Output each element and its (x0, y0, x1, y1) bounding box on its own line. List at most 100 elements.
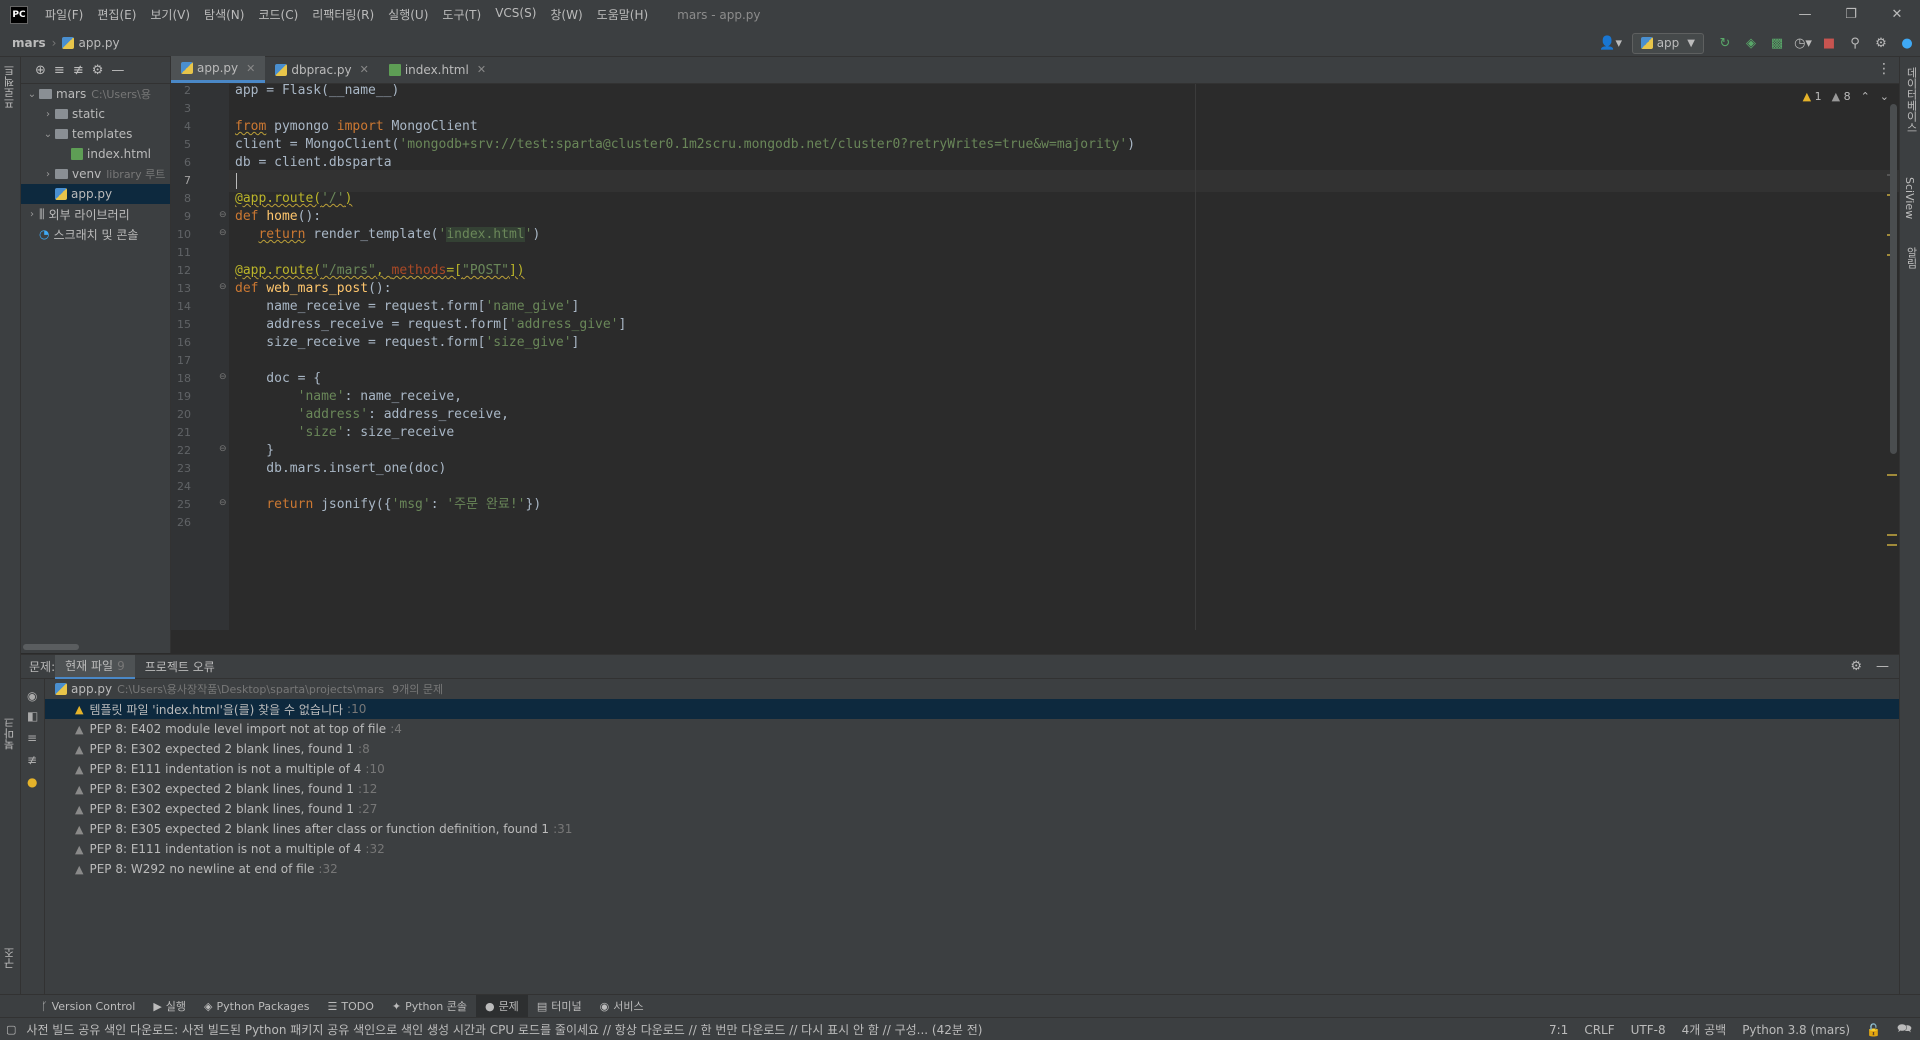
tool-window-button[interactable]: ☰ TODO (318, 995, 382, 1018)
profile-icon[interactable]: ◷▾ (1790, 29, 1816, 57)
lightbulb-icon[interactable]: ● (27, 775, 37, 789)
inspection-widget[interactable]: ▲ 1 ▲ 8 ⌃ ⌄ (1803, 90, 1889, 103)
code-editor[interactable]: 2 3 4 5 6 7 8 9 ⊖ 10 ⊖ 11 12 13 ⊖ 14 15 16 17 18 ⊖ 19 20 21 22 ⊖ 2… (171, 84, 1899, 630)
restore-button[interactable]: ❐ (1828, 0, 1874, 29)
vertical-scrollbar[interactable] (1890, 104, 1897, 454)
expand-all-icon[interactable]: ≡ (27, 731, 37, 745)
chevron-right-icon[interactable]: › (41, 109, 55, 120)
menu-item[interactable]: 도구(T) (435, 6, 488, 23)
tab-project-errors[interactable]: 프로젝트 오류 (135, 655, 225, 679)
error-stripe-mark[interactable] (1887, 544, 1897, 546)
stop-icon[interactable]: ■ (1816, 29, 1842, 57)
fold-marker-icon[interactable]: ⊖ (219, 444, 227, 454)
database-tool-tab[interactable]: 데이터베이스 (1903, 67, 1919, 133)
structure-tool-tab[interactable]: 구조 (2, 947, 18, 969)
user-icon[interactable]: 👤▾ (1598, 29, 1624, 57)
close-icon[interactable]: ✕ (246, 62, 255, 75)
caret-position[interactable]: 7:1 (1549, 1023, 1568, 1037)
status-indicator-icon[interactable]: ▢ (6, 1023, 16, 1036)
line-separator[interactable]: CRLF (1584, 1023, 1614, 1037)
menu-item[interactable]: 코드(C) (251, 6, 305, 23)
chevron-right-icon[interactable]: › (41, 169, 55, 180)
locate-icon[interactable]: ⊕ (35, 63, 46, 78)
menu-item[interactable]: 리팩터링(R) (305, 6, 381, 23)
hide-panel-icon[interactable]: — (1876, 659, 1889, 674)
menu-item[interactable]: VCS(S) (488, 6, 543, 23)
chevron-down-icon[interactable]: ⌄ (41, 129, 55, 140)
problem-item[interactable]: ▲ PEP 8: E111 indentation is not a multip… (45, 839, 1899, 859)
fold-marker-icon[interactable]: ⊖ (219, 210, 227, 220)
problem-item[interactable]: ▲ PEP 8: E111 indentation is not a multip… (45, 759, 1899, 779)
horizontal-scrollbar[interactable] (23, 644, 79, 650)
indent-setting[interactable]: 4개 공백 (1682, 1021, 1727, 1038)
problem-item[interactable]: ▲ PEP 8: E302 expected 2 blank lines, fou… (45, 739, 1899, 759)
file-encoding[interactable]: UTF-8 (1631, 1023, 1666, 1037)
expand-all-icon[interactable]: ≡ (54, 63, 65, 78)
tree-item[interactable]: ⌄ mars C:\Users\용 (21, 84, 170, 104)
tab-current-file[interactable]: 현재 파일 9 (55, 654, 135, 679)
fold-marker-icon[interactable]: ⊖ (219, 228, 227, 238)
jetbrains-toolbox-icon[interactable]: ● (1894, 29, 1920, 57)
tree-item[interactable]: › static (21, 104, 170, 124)
rerun-icon[interactable]: ↻ (1712, 29, 1738, 57)
gear-icon[interactable]: ⚙ (92, 63, 104, 78)
problem-item[interactable]: ▲ PEP 8: E402 module level import not at … (45, 719, 1899, 739)
editor-tab[interactable]: index.html ✕ (379, 56, 496, 83)
coverage-icon[interactable]: ▩ (1764, 29, 1790, 57)
tree-item[interactable]: app.py (21, 184, 170, 204)
sciview-tool-tab[interactable]: SciView (1903, 177, 1916, 219)
more-options-icon[interactable]: ⋮ (1877, 61, 1891, 77)
preview-icon[interactable]: ◧ (27, 709, 38, 723)
menu-item[interactable]: 보기(V) (143, 6, 197, 23)
problem-item[interactable]: ▲ PEP 8: E302 expected 2 blank lines, fou… (45, 779, 1899, 799)
chevron-right-icon[interactable]: › (25, 209, 39, 220)
eye-icon[interactable]: ◉ (27, 689, 37, 703)
tool-window-button[interactable]: ◈ Python Packages (195, 995, 318, 1018)
python-interpreter[interactable]: Python 3.8 (mars) (1742, 1023, 1850, 1037)
fold-marker-icon[interactable]: ⊖ (219, 372, 227, 382)
menu-item[interactable]: 창(W) (543, 6, 589, 23)
fold-marker-icon[interactable]: ⊖ (219, 498, 227, 508)
menu-item[interactable]: 도움말(H) (590, 6, 656, 23)
notifications-tool-tab[interactable]: 알림 (1903, 247, 1919, 269)
gear-icon[interactable]: ⚙ (1850, 659, 1862, 674)
tool-window-button[interactable]: ▤ 터미널 (528, 995, 591, 1018)
problem-item[interactable]: ▲ 템플릿 파일 'index.html'을(를) 찾을 수 없습니다:10 (45, 699, 1899, 719)
problem-item[interactable]: ▲ PEP 8: E302 expected 2 blank lines, fou… (45, 799, 1899, 819)
collapse-all-icon[interactable]: ≢ (73, 63, 84, 78)
status-message[interactable]: 사전 빌드 공유 색인 다운로드: 사전 빌드된 Python 패키지 공유 색… (16, 1021, 1076, 1038)
tool-window-button[interactable]: ▶ 실행 (144, 995, 195, 1018)
debug-icon[interactable]: ◈ (1738, 29, 1764, 57)
menu-item[interactable]: 편집(E) (90, 6, 143, 23)
problem-item[interactable]: ▲ PEP 8: W292 no newline at end of file:3… (45, 859, 1899, 879)
minimize-button[interactable]: — (1782, 0, 1828, 29)
close-icon[interactable]: ✕ (360, 63, 369, 76)
previous-highlight-icon[interactable]: ⌃ (1861, 90, 1870, 103)
menu-item[interactable]: 탐색(N) (197, 6, 251, 23)
bookmarks-tool-tab[interactable]: 북마크 (2, 717, 18, 750)
tool-window-button[interactable]: ◉ 서비스 (591, 995, 653, 1018)
project-tool-tab[interactable]: 프로젝트 (2, 65, 18, 109)
editor-tab[interactable]: app.py ✕ (171, 56, 266, 83)
run-config-selector[interactable]: app ▼ (1631, 32, 1704, 54)
error-stripe-mark[interactable] (1887, 534, 1897, 536)
editor-tab[interactable]: dbprac.py ✕ (265, 56, 379, 83)
lock-icon[interactable]: 🔓 (1866, 1023, 1881, 1037)
gear-icon[interactable]: ⚙ (1868, 29, 1894, 57)
breadcrumb-file[interactable]: app.py (78, 36, 119, 50)
problem-item[interactable]: ▲ PEP 8: E305 expected 2 blank lines afte… (45, 819, 1899, 839)
chevron-down-icon[interactable]: ⌄ (25, 89, 39, 100)
tree-item[interactable]: index.html (21, 144, 170, 164)
tool-window-button[interactable]: ● 문제 (475, 994, 528, 1018)
error-stripe-mark[interactable] (1887, 474, 1897, 476)
close-window-button[interactable]: ✕ (1874, 0, 1920, 29)
tool-window-button[interactable]: ᚴ Version Control (32, 995, 144, 1018)
tree-item[interactable]: › ⫼ 외부 라이브러리 (21, 204, 170, 224)
collapse-all-icon[interactable]: ≢ (27, 753, 37, 767)
notifications-icon[interactable]: 🗪 (1897, 1019, 1912, 1040)
fold-marker-icon[interactable]: ⊖ (219, 282, 227, 292)
hide-panel-icon[interactable]: — (111, 63, 124, 78)
close-icon[interactable]: ✕ (477, 63, 486, 76)
tree-item[interactable]: ◔ 스크래치 및 콘솔 (21, 224, 170, 244)
menu-item[interactable]: 파일(F) (38, 6, 90, 23)
